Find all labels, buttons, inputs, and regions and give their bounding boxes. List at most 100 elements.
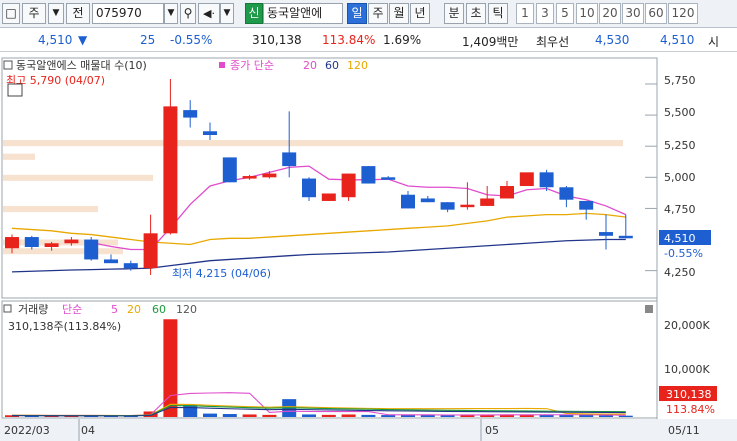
x-label-05-11: 05/11 xyxy=(668,424,700,437)
interval-20[interactable]: 20 xyxy=(599,3,621,24)
quote-info-bar: 4,510 ▼ 25 -0.55% 310,138 113.84% 1.69% … xyxy=(0,29,737,52)
ma-legend-marker xyxy=(219,62,225,68)
price-change-pct: -0.55% xyxy=(170,33,213,47)
candle-body xyxy=(579,200,594,210)
candle-body xyxy=(440,202,455,210)
profile-bar xyxy=(3,153,35,160)
stock-name: 동국알앤에 xyxy=(263,3,343,24)
y-tick-5250: 5,250 xyxy=(664,139,696,152)
candle-body xyxy=(163,106,178,234)
ma120-legend: 120 xyxy=(347,59,368,72)
profile-bar xyxy=(3,248,123,255)
candle-body xyxy=(222,157,237,183)
candle-body xyxy=(203,131,217,135)
vol-ma20-legend: 20 xyxy=(127,303,141,316)
interval-120[interactable]: 120 xyxy=(668,3,698,24)
volume-bar xyxy=(381,415,396,417)
candle-body xyxy=(539,172,554,188)
x-label-2022-03: 2022/03 xyxy=(4,424,50,437)
vol-ma120-legend: 120 xyxy=(176,303,197,316)
sound-dropdown-icon[interactable]: ▼ xyxy=(220,3,234,24)
volume-bar xyxy=(618,415,633,417)
ma-legend-label: 종가 단순 xyxy=(230,59,274,72)
interval-30[interactable]: 30 xyxy=(622,3,644,24)
interval-60[interactable]: 60 xyxy=(645,3,667,24)
vol-tick-10000k: 10,000K xyxy=(664,363,710,376)
close-icon[interactable] xyxy=(645,305,653,313)
profile-bar xyxy=(3,174,153,181)
y-tick-4750: 4,750 xyxy=(664,203,696,216)
volume-bar xyxy=(163,319,178,417)
candle-body xyxy=(24,237,39,247)
candle-body xyxy=(84,239,99,260)
ma60-legend: 60 xyxy=(325,59,339,72)
volume-title: 거래량 xyxy=(18,303,48,316)
candle-body xyxy=(519,172,534,187)
candle-body xyxy=(262,173,277,178)
jeon-button[interactable]: 전 xyxy=(66,3,90,24)
period-minute-tab[interactable]: 분 xyxy=(444,3,464,24)
profile-bar xyxy=(3,139,623,147)
x-axis-bar xyxy=(0,419,737,441)
volume-bar xyxy=(599,415,613,417)
chart-area[interactable]: 동국알앤에스 매물대 수(10) 종가 단순 20 60 120 최고 5,79… xyxy=(0,53,737,441)
candle-body xyxy=(242,176,257,179)
x-label-04: 04 xyxy=(81,424,95,437)
vol-ma5-legend: 5 xyxy=(111,303,118,316)
candle-body xyxy=(559,187,574,200)
candle-body xyxy=(44,243,59,247)
candle-body xyxy=(321,193,336,201)
down-arrow-icon: ▼ xyxy=(78,33,88,47)
volume-bar xyxy=(242,414,257,417)
profile-bar xyxy=(3,205,98,213)
market-select[interactable]: 주 xyxy=(22,3,46,24)
current-price: 4,510 xyxy=(38,33,73,47)
period-second-tab[interactable]: 초 xyxy=(466,3,486,24)
volume-panel xyxy=(1,300,658,419)
sound-icon[interactable]: ◀· xyxy=(198,3,220,24)
period-month-tab[interactable]: 월 xyxy=(389,3,409,24)
low-annotation: 최저 4,215 (04/06) xyxy=(172,267,271,280)
candle-body xyxy=(618,235,633,239)
y-tick-5000: 5,000 xyxy=(664,171,696,184)
candle-body xyxy=(480,198,495,206)
candle-body xyxy=(123,263,138,269)
code-dropdown-icon[interactable]: ▼ xyxy=(164,3,178,24)
interval-10[interactable]: 10 xyxy=(576,3,598,24)
search-icon[interactable]: ⚲ xyxy=(180,3,196,24)
volume-current: 310,138주(113.84%) xyxy=(8,320,121,333)
interval-5[interactable]: 5 xyxy=(556,3,574,24)
toolbar: □ 주 ▼ 전 075970 ▼ ⚲ ◀· ▼ 신 동국알앤에 일 주 월 년 … xyxy=(0,0,737,28)
panel-toggle-icon[interactable]: □ xyxy=(2,3,20,24)
candle-body xyxy=(5,237,19,249)
market-dropdown-icon[interactable]: ▼ xyxy=(48,3,64,24)
volume-bar xyxy=(203,413,217,417)
y-tick-5750: 5,750 xyxy=(664,74,696,87)
best-bid: 4,510 xyxy=(660,33,695,47)
candle-body xyxy=(460,204,475,208)
code-input[interactable]: 075970 xyxy=(92,3,164,24)
period-day-tab[interactable]: 일 xyxy=(347,3,367,24)
period-year-tab[interactable]: 년 xyxy=(410,3,430,24)
best-quote-label: 최우선 xyxy=(536,35,570,49)
candle-body xyxy=(183,110,198,118)
trade-volume: 310,138 xyxy=(252,33,302,47)
trade-amount: 1,409백만 xyxy=(462,35,519,49)
y-tick-4250: 4,250 xyxy=(664,266,696,279)
period-tick-tab[interactable]: 틱 xyxy=(488,3,508,24)
period-week-tab[interactable]: 주 xyxy=(368,3,388,24)
candle-body xyxy=(282,152,297,167)
interval-1[interactable]: 1 xyxy=(516,3,534,24)
volume-tag-value: 310,138 xyxy=(666,388,712,401)
credit-badge: 신 xyxy=(245,3,263,24)
volume-bar xyxy=(321,414,336,417)
volume-bar xyxy=(183,405,198,417)
ma20-legend: 20 xyxy=(303,59,317,72)
x-label-05: 05 xyxy=(485,424,499,437)
candle-body xyxy=(420,198,435,203)
y-tick-5500: 5,500 xyxy=(664,106,696,119)
interval-3[interactable]: 3 xyxy=(536,3,554,24)
candle-body xyxy=(64,239,79,244)
calculator-icon[interactable] xyxy=(7,83,23,97)
candle-body xyxy=(143,233,158,269)
